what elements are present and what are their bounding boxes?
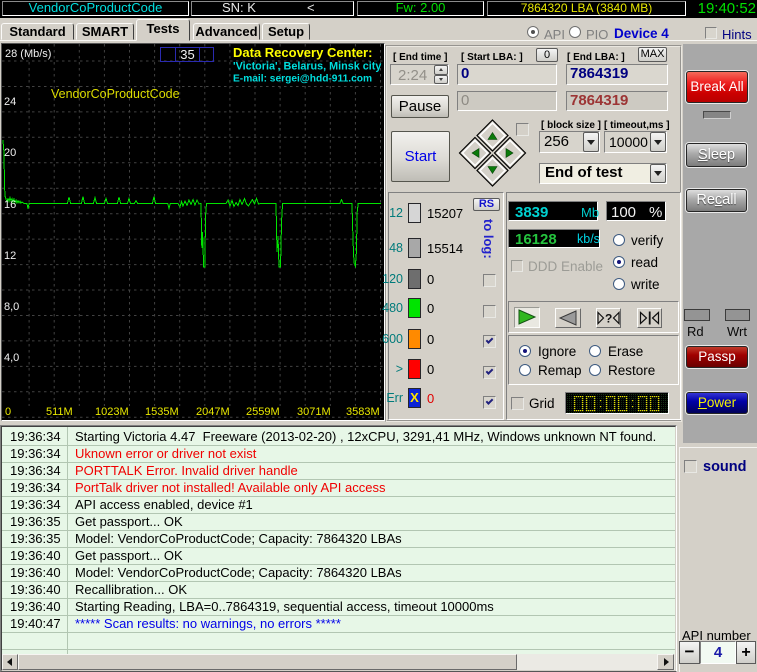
svg-text:20: 20 bbox=[4, 147, 16, 159]
svg-text:4,0: 4,0 bbox=[4, 352, 19, 364]
svg-text:VendorCoProductCode: VendorCoProductCode bbox=[51, 87, 180, 101]
svg-text:35: 35 bbox=[180, 47, 194, 62]
svg-text:28 (Mb/s): 28 (Mb/s) bbox=[5, 48, 51, 60]
svg-text:Data Recovery Center:: Data Recovery Center: bbox=[233, 45, 372, 60]
svg-text:3583M: 3583M bbox=[346, 406, 380, 418]
svg-text:16: 16 bbox=[4, 199, 16, 211]
svg-text:8,0: 8,0 bbox=[4, 301, 19, 313]
svg-text:3071M: 3071M bbox=[297, 406, 331, 418]
svg-text:0: 0 bbox=[5, 406, 11, 418]
svg-text:12: 12 bbox=[4, 250, 16, 262]
svg-text:24: 24 bbox=[4, 96, 16, 108]
svg-text:2047M: 2047M bbox=[196, 406, 230, 418]
svg-text:1535M: 1535M bbox=[145, 406, 179, 418]
svg-text:511M: 511M bbox=[46, 406, 73, 418]
svg-text:E-mail: sergei@hdd-911.com: E-mail: sergei@hdd-911.com bbox=[233, 74, 372, 85]
svg-text:2559M: 2559M bbox=[246, 406, 280, 418]
svg-text:1023M: 1023M bbox=[95, 406, 129, 418]
svg-text:?: ? bbox=[605, 312, 612, 326]
svg-text:'Victoria', Belarus, Minsk cit: 'Victoria', Belarus, Minsk city bbox=[233, 61, 381, 73]
